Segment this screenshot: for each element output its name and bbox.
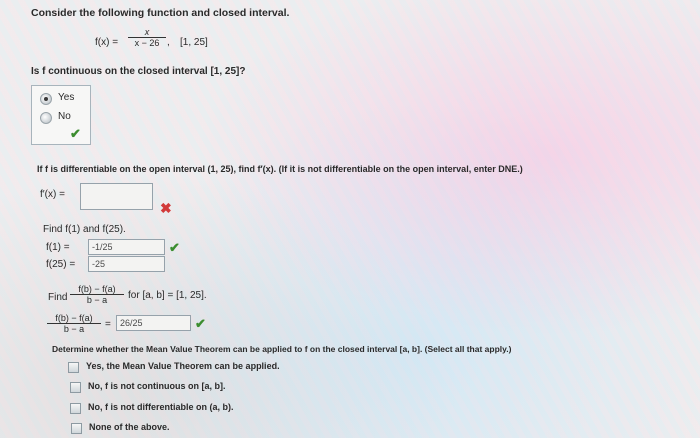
- problem-heading: Consider the following function and clos…: [31, 7, 290, 19]
- check-icon: ✔: [70, 126, 81, 141]
- difference-quotient-answer: f(b) − f(a) b − a: [47, 313, 101, 334]
- function-denominator: x − 26: [134, 38, 160, 48]
- option-yes-label: Yes: [58, 92, 75, 103]
- mvt-option-2-checkbox[interactable]: [70, 382, 81, 393]
- continuity-question: Is f continuous on the closed interval […: [31, 66, 246, 77]
- difference-quotient-input[interactable]: 26/25: [116, 315, 191, 331]
- function-interval: [1, 25]: [180, 37, 208, 48]
- function-lhs: f(x) =: [95, 37, 119, 48]
- f1-input[interactable]: -1/25: [88, 239, 165, 255]
- function-separator: ,: [167, 37, 170, 48]
- find-label: Find: [48, 292, 68, 303]
- check-icon: ✔: [195, 316, 206, 331]
- f1-label: f(1) =: [46, 242, 70, 253]
- function-fraction: x x − 26: [128, 27, 166, 48]
- check-icon: ✔: [169, 240, 180, 255]
- difference-denominator: b − a: [86, 295, 108, 305]
- mvt-question: Determine whether the Mean Value Theorem…: [52, 344, 512, 354]
- mvt-option-4-label: None of the above.: [89, 422, 170, 432]
- function-numerator: x: [128, 27, 166, 38]
- option-no-label: No: [58, 111, 71, 122]
- radio-yes[interactable]: [40, 93, 52, 105]
- mvt-option-3-checkbox[interactable]: [70, 403, 81, 414]
- equals-sign: =: [105, 319, 111, 330]
- derivative-label: f′(x) =: [40, 189, 65, 200]
- mvt-option-2-label: No, f is not continuous on [a, b].: [88, 381, 226, 391]
- continuity-options-box: Yes No ✔: [31, 85, 91, 145]
- find-values-prompt: Find f(1) and f(25).: [43, 224, 126, 235]
- f25-label: f(25) =: [46, 259, 76, 270]
- difference-numerator: f(b) − f(a): [70, 284, 124, 295]
- differentiability-question: If f is differentiable on the open inter…: [37, 164, 523, 174]
- difference-quotient: f(b) − f(a) b − a: [70, 284, 124, 305]
- mvt-option-1-label: Yes, the Mean Value Theorem can be appli…: [86, 361, 280, 371]
- f25-input[interactable]: -25: [88, 256, 165, 272]
- radio-no[interactable]: [40, 112, 52, 124]
- interval-suffix: for [a, b] = [1, 25].: [128, 290, 207, 301]
- mvt-option-1-checkbox[interactable]: [68, 362, 79, 373]
- mvt-option-3-label: No, f is not differentiable on (a, b).: [88, 402, 234, 412]
- answer-numerator: f(b) − f(a): [47, 313, 101, 324]
- answer-denominator: b − a: [63, 324, 85, 334]
- derivative-input[interactable]: [80, 183, 153, 210]
- cross-icon: ✖: [160, 200, 172, 216]
- mvt-option-4-checkbox[interactable]: [71, 423, 82, 434]
